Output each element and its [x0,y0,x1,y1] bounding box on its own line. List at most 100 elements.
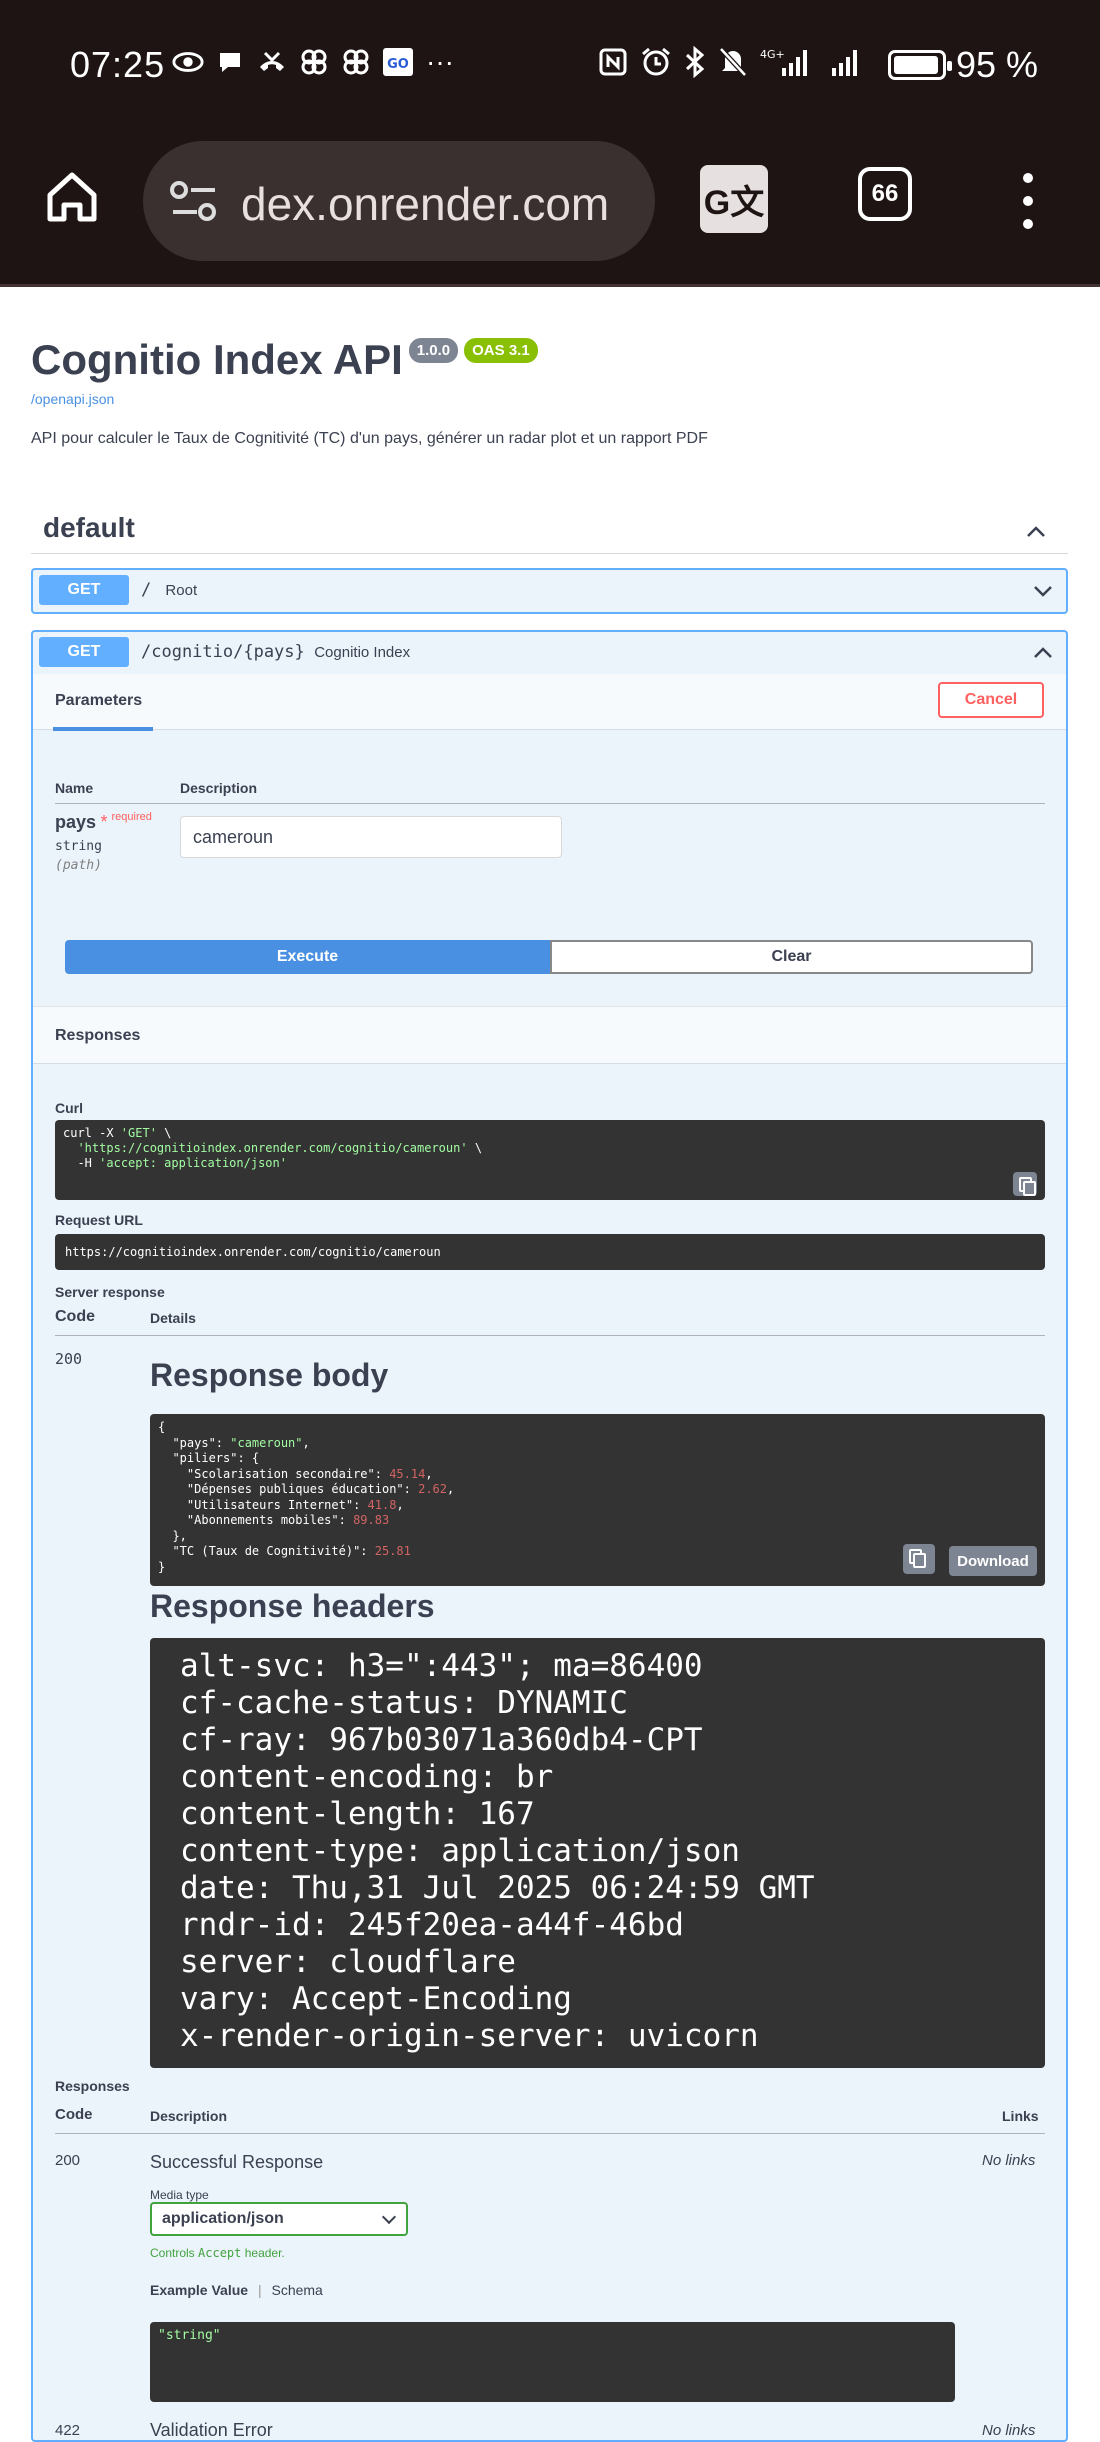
tab-parameters[interactable]: Parameters [55,692,142,710]
response-description: Validation Error [150,2420,273,2440]
response-header-line: cf-cache-status: DYNAMIC [180,1685,628,1721]
response-header-line: x-render-origin-server: uvicorn [180,2018,759,2054]
response-header-line: content-encoding: br [180,1759,554,1795]
column-details: Details [150,1310,196,1326]
response-code-422: 422 [55,2422,81,2439]
parameter-type: string [55,839,102,854]
request-url-block[interactable]: https://cognitioindex.onrender.com/cogni… [55,1234,1045,1270]
response-links: No links [982,2152,1036,2169]
status-bar: 07:25 GO ··· 4G+ 95 % [0,0,1100,135]
chevron-up-icon[interactable] [1026,522,1046,542]
more-options-icon[interactable] [1008,173,1048,229]
responses-table-header: Code Description Links [55,2098,1045,2134]
column-links: Links [1002,2108,1039,2124]
response-headers-title: Response headers [150,1588,435,1624]
copy-icon[interactable] [903,1544,935,1574]
response-code: 200 [55,1350,83,1368]
pays-input[interactable]: cameroun [180,816,562,858]
response-headers-block[interactable]: alt-svc: h3=":443"; ma=86400 cf-cache-sta… [150,1638,1045,2068]
battery-icon [888,50,952,80]
execute-button[interactable]: Execute [65,940,550,974]
missed-call-icon [256,46,288,78]
address-bar[interactable]: dex.onrender.com [143,141,655,261]
media-type-label: Media type [150,2188,209,2202]
signal-icon [826,46,866,85]
server-response-label: Server response [55,1284,165,1300]
cancel-button[interactable]: Cancel [938,682,1044,718]
system-icons: 4G+ [598,45,866,85]
server-response-table-header: Code Details [55,1300,1045,1336]
active-tab-indicator [53,727,153,731]
column-code: Code [55,1308,95,1325]
pinwheel-icon [340,46,372,78]
curl-code-block[interactable]: curl -X 'GET' \ 'https://cognitioindex.o… [55,1120,1045,1200]
chevron-up-icon[interactable] [1033,643,1053,663]
signal-4g-icon: 4G+ [760,46,814,85]
example-tabs: Example Value | Schema [150,2282,323,2298]
endpoint-summary: Cognitio Index [314,644,411,661]
mute-icon [718,46,748,85]
more-notifications-icon: ··· [426,46,454,77]
eye-icon [172,46,204,78]
alarm-icon [640,46,672,85]
copy-icon[interactable] [1013,1172,1037,1196]
endpoint-header[interactable]: GET /cognitio/{pays} Cognitio Index [33,632,1066,674]
home-icon[interactable] [42,167,102,227]
site-settings-icon[interactable] [169,179,219,223]
parameter-name: pays [55,812,97,832]
required-label: required [111,811,152,823]
download-button[interactable]: Download [949,1546,1037,1576]
chevron-down-icon [381,2209,397,2225]
response-header-line: content-length: 167 [180,1796,535,1832]
chevron-down-icon[interactable] [1033,581,1053,601]
required-star: * [100,812,108,832]
response-header-line: cf-ray: 967b03071a360db4-CPT [180,1722,703,1758]
response-header-line: content-type: application/json [180,1833,740,1869]
endpoint-path: / Root [141,580,198,600]
svg-text:GO: GO [387,57,409,72]
response-header-line: date: Thu,31 Jul 2025 06:24:59 GMT [180,1870,815,1906]
column-code: Code [55,2106,93,2123]
url-text[interactable]: dex.onrender.com [241,177,641,231]
response-links: No links [982,2422,1036,2439]
endpoint-root[interactable]: GET / Root [31,568,1068,614]
endpoint-summary: Root [165,582,198,599]
svg-text:4G+: 4G+ [760,48,785,61]
tag-section-header[interactable]: default [31,508,1068,554]
parameter-location: (path) [55,858,102,873]
tab-example-value[interactable]: Example Value [150,2282,248,2298]
tag-name: default [43,512,135,543]
bluetooth-icon [684,45,706,85]
battery-level: 95 % [956,44,1039,85]
execute-controls: Execute Clear [65,940,1033,974]
clock: 07:25 [70,44,166,85]
endpoint-cognitio: GET /cognitio/{pays} Cognitio Index Para… [31,630,1068,2442]
parameters-bar: Parameters Cancel [33,674,1066,731]
column-name: Name [55,780,94,796]
media-type-select[interactable]: application/json [150,2202,408,2236]
example-value-block: "string" [150,2322,955,2402]
response-description: Successful Response [150,2152,324,2172]
response-header-line: server: cloudflare [180,1944,516,1980]
version-badge: 1.0.0 [408,338,459,363]
tab-schema[interactable]: Schema [271,2282,322,2298]
request-url-label: Request URL [55,1212,143,1228]
tab-switcher-button[interactable]: 66 [858,167,912,221]
responses-bar: Responses [33,1006,1066,1064]
response-body-block[interactable]: { "pays": "cameroun", "piliers": { "Scol… [150,1414,1045,1586]
parameter-info: pays * required string (path) [55,811,152,873]
clear-button[interactable]: Clear [550,940,1033,974]
chat-icon [214,46,246,78]
endpoint-path: /cognitio/{pays} Cognitio Index [141,642,411,662]
controls-accept-note: Controls Accept header. [150,2246,285,2260]
browser-toolbar: dex.onrender.com G文 66 [0,135,1100,287]
openapi-spec-link[interactable]: /openapi.json [31,391,114,407]
response-headers-list: alt-svc: h3=":443"; ma=86400 cf-cache-sta… [150,1638,1045,2065]
notification-icons: GO ··· [172,46,456,78]
curl-label: Curl [55,1100,83,1116]
request-url: https://cognitioindex.onrender.com/cogni… [65,1245,441,1259]
page-title: Cognitio Index API [31,336,403,383]
oas-badge: OAS 3.1 [464,338,538,363]
translate-icon[interactable]: G文 [700,165,768,233]
responses-heading: Responses [55,1027,141,1044]
